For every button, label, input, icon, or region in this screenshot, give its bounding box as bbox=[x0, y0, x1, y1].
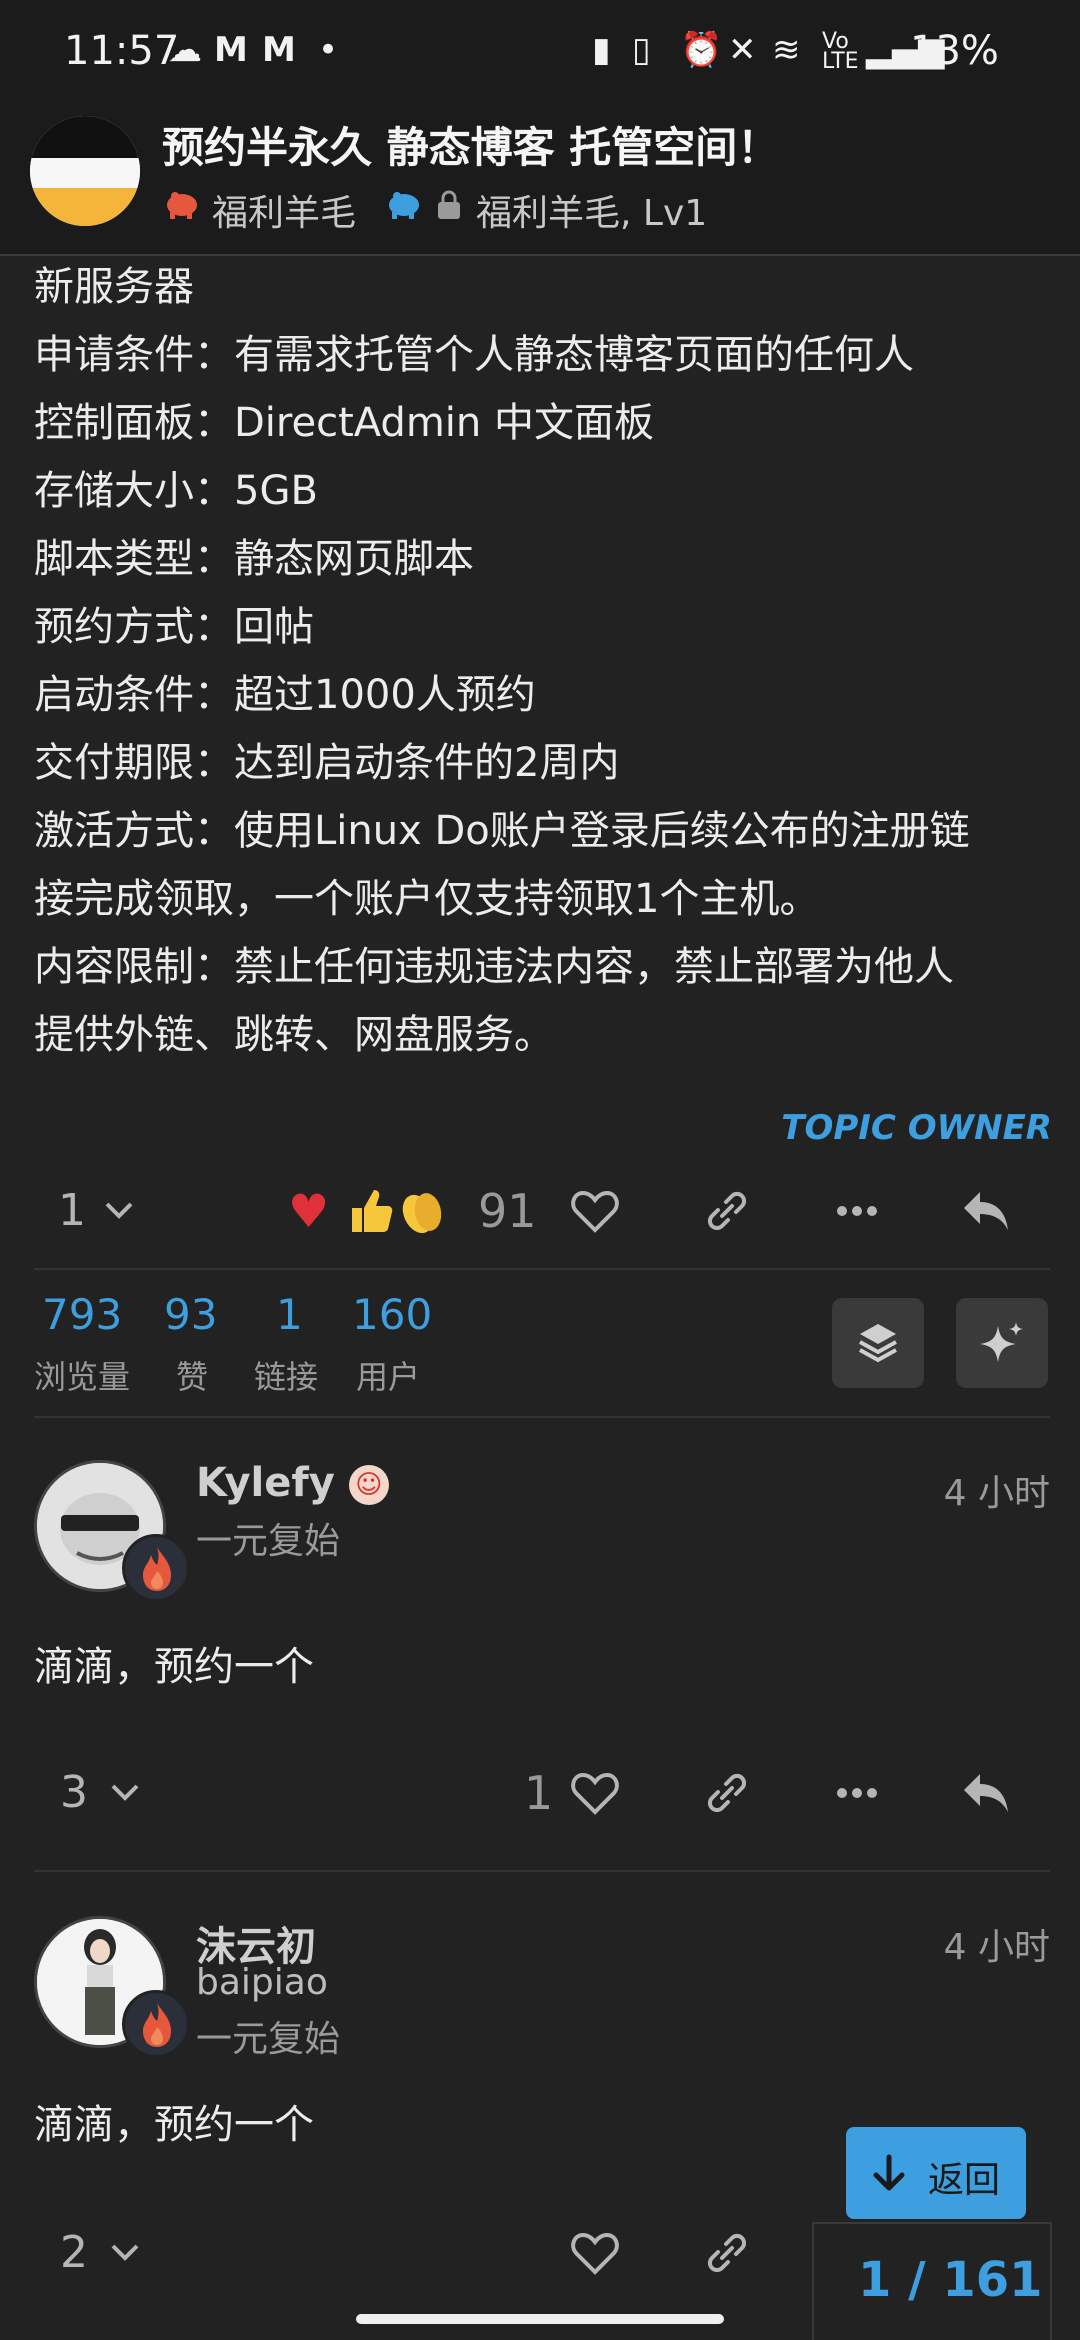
stat-likes-label: 赞 bbox=[176, 1358, 209, 1396]
reply-body: 滴滴，预约一个 bbox=[34, 2102, 314, 2148]
reply-body: 滴滴，预约一个 bbox=[34, 1644, 314, 1690]
topic-progress[interactable]: 1 / 161 bbox=[812, 2222, 1052, 2340]
user-name-secondary: baipiao bbox=[196, 1962, 328, 2003]
status-time: 11:57 bbox=[64, 28, 180, 74]
status-bar: 11:57 ☁ M M • ▮ ▯ ⏰ ✕ ≋ Vo LTE ▂▄▆ 13% bbox=[0, 0, 1080, 92]
gmail-icon: M bbox=[214, 30, 248, 70]
stat-links-label: 链接 bbox=[254, 1358, 319, 1396]
cloud-icon: ☁ bbox=[168, 30, 202, 70]
lock-icon bbox=[438, 190, 460, 219]
sparkle-icon bbox=[980, 1322, 1023, 1362]
divider bbox=[34, 1268, 1050, 1270]
piggy-bank-icon-blue bbox=[389, 192, 419, 219]
thumbs-up-icon bbox=[352, 1190, 393, 1232]
clapping-hands-icon bbox=[402, 1193, 442, 1234]
post-line: 新服务器 bbox=[34, 264, 194, 310]
arrow-down-icon bbox=[873, 2154, 905, 2191]
like-heart-icon[interactable] bbox=[568, 1766, 622, 1820]
battery-text: 13% bbox=[910, 28, 999, 74]
post-line: 启动条件：超过1000人预约 bbox=[34, 672, 536, 718]
post-line: 申请条件：有需求托管个人静态博客页面的任何人 bbox=[34, 332, 914, 378]
post-line: 控制面板：DirectAdmin 中文面板 bbox=[34, 400, 654, 446]
post-time[interactable]: 4 小时 bbox=[944, 1918, 1050, 1970]
divider bbox=[34, 1870, 1050, 1872]
divider bbox=[34, 1416, 1050, 1418]
piggy-bank-icon bbox=[167, 192, 197, 219]
like-count: 1 bbox=[524, 1766, 554, 1820]
post-line: 激活方式：使用Linux Do账户登录后续公布的注册链 bbox=[34, 808, 970, 854]
alarm-icon: ⏰ bbox=[680, 30, 723, 70]
reply-count: 1 bbox=[58, 1185, 86, 1236]
replies-toggle[interactable]: 3 bbox=[60, 1766, 139, 1820]
stat-views-value: 793 bbox=[42, 1290, 123, 1339]
stat-users-label: 用户 bbox=[356, 1358, 421, 1396]
clown-emoji-icon: ☺ bbox=[348, 1465, 389, 1505]
post-line: 预约方式：回帖 bbox=[34, 604, 314, 650]
link-icon[interactable] bbox=[700, 2226, 754, 2280]
reply-icon[interactable] bbox=[958, 1766, 1014, 1820]
post-line: 提供外链、跳转、网盘服务。 bbox=[34, 1012, 554, 1058]
flair-flame-icon bbox=[122, 1990, 190, 2058]
mute-icon: ✕ bbox=[728, 30, 757, 70]
link-icon[interactable] bbox=[700, 1766, 754, 1820]
back-button[interactable]: 返回 bbox=[846, 2127, 1026, 2219]
topic-owner-badge: TOPIC OWNER bbox=[781, 1108, 1052, 1148]
like-heart-icon[interactable] bbox=[568, 1184, 622, 1238]
layers-icon bbox=[859, 1324, 897, 1363]
reply-1-actions: 3 1 bbox=[0, 1748, 1080, 1838]
back-button-label: 返回 bbox=[928, 2160, 1001, 2201]
volte-icon: Vo LTE bbox=[822, 29, 859, 74]
more-options-icon[interactable] bbox=[830, 1184, 884, 1238]
ai-sparkle-button[interactable] bbox=[956, 1298, 1048, 1388]
gmail-icon-2: M bbox=[262, 30, 296, 70]
stat-views-label: 浏览量 bbox=[34, 1358, 131, 1396]
stat-links-value: 1 bbox=[276, 1290, 303, 1339]
chevron-down-icon bbox=[111, 2244, 139, 2261]
more-options-icon[interactable] bbox=[830, 1766, 884, 1820]
dot-icon: • bbox=[318, 30, 339, 70]
username[interactable]: Kylefy ☺ bbox=[196, 1460, 389, 1506]
post-line: 交付期限：达到启动条件的2周内 bbox=[34, 740, 620, 786]
like-heart-icon[interactable] bbox=[568, 2226, 622, 2280]
topic-title[interactable]: 预约半永久 静态博客 托管空间！ bbox=[162, 114, 779, 175]
replies-toggle[interactable]: 1 bbox=[58, 1184, 133, 1238]
link-icon[interactable] bbox=[700, 1184, 754, 1238]
stat-users-value: 160 bbox=[352, 1290, 433, 1339]
post-line: 脚本类型：静态网页脚本 bbox=[34, 536, 474, 582]
reply-icon[interactable] bbox=[958, 1184, 1014, 1238]
chevron-down-icon bbox=[111, 1784, 139, 1801]
heart-reaction-icon: ♥ bbox=[288, 1184, 330, 1238]
progress-text: 1 / 161 bbox=[858, 2252, 1043, 2308]
category-badge[interactable]: 福利羊毛 bbox=[212, 184, 356, 236]
topic-header[interactable]: 预约半永久 静态博客 托管空间！ 福利羊毛 福利羊毛, Lv1 bbox=[0, 92, 1080, 256]
post-line: 存储大小：5GB bbox=[34, 468, 318, 514]
reactions-count: 91 bbox=[478, 1184, 537, 1238]
reactions-list[interactable]: ♥ bbox=[288, 1184, 460, 1238]
user-title: 一元复始 bbox=[196, 1521, 341, 1562]
site-logo[interactable] bbox=[30, 116, 140, 226]
home-indicator[interactable] bbox=[356, 2314, 724, 2324]
chevron-down-icon bbox=[105, 1202, 133, 1219]
book-icon: ▯ bbox=[632, 30, 651, 70]
reply-count: 2 bbox=[60, 2227, 88, 2278]
post-time[interactable]: 4 小时 bbox=[944, 1464, 1050, 1516]
replies-toggle[interactable]: 2 bbox=[60, 2226, 139, 2280]
post-line: 内容限制：禁止任何违规违法内容，禁止部署为他人 bbox=[34, 944, 954, 990]
post-line: 接完成领取，一个账户仅支持领取1个主机。 bbox=[34, 876, 820, 922]
post-actions: 1 ♥ 91 bbox=[0, 1166, 1080, 1256]
reply-count: 3 bbox=[60, 1767, 88, 1818]
battery-saver-icon: ▮ bbox=[592, 30, 611, 70]
user-title: 一元复始 bbox=[196, 2019, 341, 2060]
subcategory-badge[interactable]: 福利羊毛, Lv1 bbox=[476, 184, 707, 236]
stat-likes-value: 93 bbox=[164, 1290, 218, 1339]
flair-flame-icon bbox=[122, 1534, 190, 1602]
wifi-icon: ≋ bbox=[772, 30, 801, 70]
summarize-layers-button[interactable] bbox=[832, 1298, 924, 1388]
username-text: Kylefy bbox=[196, 1460, 335, 1506]
